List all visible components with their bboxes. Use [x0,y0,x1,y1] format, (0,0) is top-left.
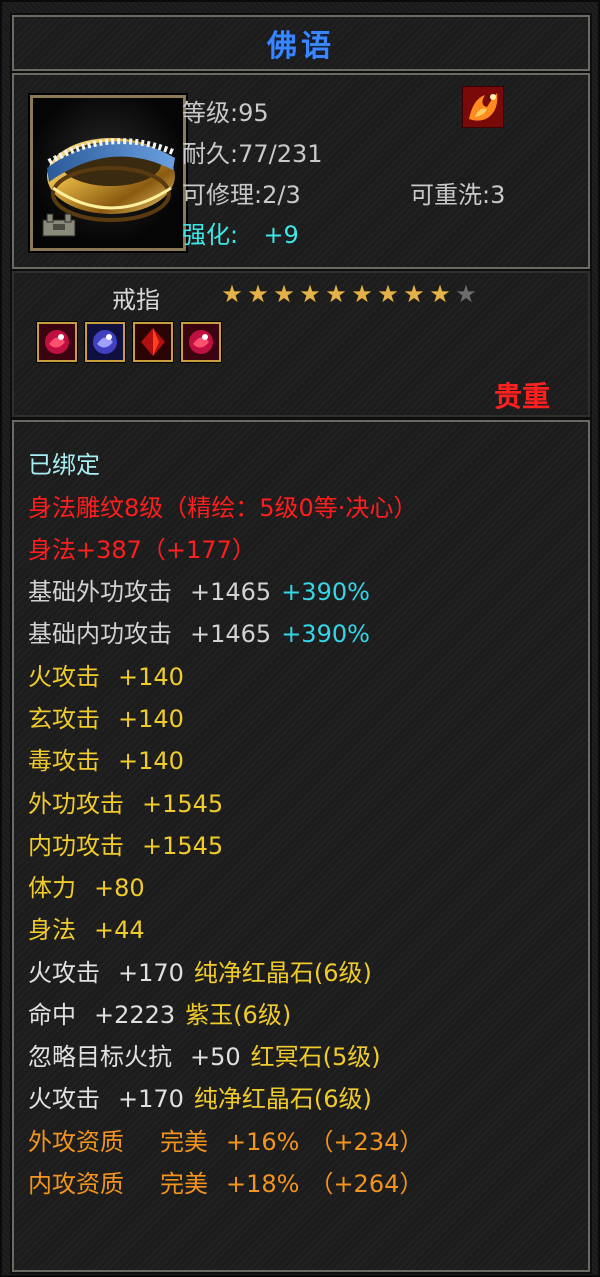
bound-status: 已绑定 [28,451,100,479]
stat-label: 火攻击 [28,959,100,987]
stat-value: +140 [118,747,184,775]
stat-bonus: +390% [281,620,370,648]
item-type: 戒指 [112,286,160,314]
stat-label: 身法 [28,916,76,944]
star-empty-icon: ★ [455,280,477,308]
red-crystal-socket-icon[interactable] [132,321,174,363]
gem-name: 纯净红晶石(6级) [193,1085,372,1113]
base-ext-attack-line: 基础外功攻击 +1465 +390% [28,575,370,609]
aptitude-grade: 完美 [160,1128,208,1156]
bound-lock-icon [41,212,77,238]
item-quality: 贵重 [494,380,551,413]
stamina-line: 体力 +80 [28,871,145,905]
gem-sockets [36,321,222,363]
stat-label: 火攻击 [28,663,100,691]
gem-name: 红冥石(5级) [250,1043,381,1071]
int-attack-line: 内功攻击 +1545 [28,829,223,863]
stat-value: +16% [226,1128,300,1156]
aptitude-line-1: 外攻资质 完美 +16% （+234） [28,1125,423,1159]
stat-label: 忽略目标火抗 [28,1043,172,1071]
star-filled-icon: ★ [377,280,399,308]
aptitude-grade: 完美 [160,1170,208,1198]
stat-value: +50 [190,1043,241,1071]
gem-stat-line-4: 火攻击 +170 纯净红晶石(6级) [28,1082,372,1116]
stat-value: +1545 [142,832,224,860]
agility-line: 身法 +44 [28,913,145,947]
fire-attack-line: 火攻击 +140 [28,660,184,694]
stat-label: 毒攻击 [28,747,100,775]
title-bar: 佛语 [10,13,592,73]
stat-bonus: +390% [281,578,370,606]
stat-label: 基础外功攻击 [28,578,172,606]
stat-label: 外攻资质 [28,1128,124,1156]
stat-label: 内攻资质 [28,1170,124,1198]
purple-gem-socket-icon[interactable] [84,321,126,363]
stat-label: 命中 [28,1001,76,1029]
star-filled-icon: ★ [273,280,295,308]
stat-extra: （+264） [309,1170,424,1198]
base-int-attack-line: 基础内功攻击 +1465 +390% [28,617,370,651]
stat-value: +170 [118,959,184,987]
star-filled-icon: ★ [325,280,347,308]
stat-label: 内功攻击 [28,832,124,860]
item-title: 佛语 [267,29,335,64]
stat-extra: （+234） [309,1128,424,1156]
stat-label: 基础内功攻击 [28,620,172,648]
gem-name: 纯净红晶石(6级) [193,959,372,987]
item-enhance: 强化: +9 [182,215,299,250]
gold-ring-icon[interactable] [28,93,188,253]
stat-value: +44 [94,916,145,944]
stat-value: +140 [118,663,184,691]
gem-stat-line-2: 命中 +2223 紫玉(6级) [28,998,291,1032]
stat-value: +1465 [190,620,272,648]
enhance-label: 强化: [182,221,239,249]
poison-attack-line: 毒攻击 +140 [28,744,184,778]
agility-main-line: 身法+387（+177） [28,536,256,564]
star-filled-icon: ★ [403,280,425,308]
star-filled-icon: ★ [299,280,321,308]
stat-value: +140 [118,705,184,733]
stat-label: 玄攻击 [28,705,100,733]
star-filled-icon: ★ [351,280,373,308]
item-level: 等级:95 [182,99,269,127]
stat-value: +1465 [190,578,272,606]
star-filled-icon: ★ [221,280,243,308]
stat-value: +2223 [94,1001,176,1029]
ext-attack-line: 外功攻击 +1545 [28,787,223,821]
stat-label: 体力 [28,874,76,902]
stat-value: +18% [226,1170,300,1198]
stat-value: +80 [94,874,145,902]
gem-name: 紫玉(6级) [185,1001,292,1029]
star-filled-icon: ★ [247,280,269,308]
gem-stat-line-3: 忽略目标火抗 +50 红冥石(5级) [28,1040,381,1074]
item-reroll-count: 可重洗:3 [410,181,506,209]
stat-label: 外功攻击 [28,790,124,818]
aptitude-line-2: 内攻资质 完美 +18% （+264） [28,1167,423,1201]
fire-phoenix-gem-icon[interactable] [462,86,504,128]
red-gem-socket-icon[interactable] [36,321,78,363]
stat-label: 火攻击 [28,1085,100,1113]
engrave-line: 身法雕纹8级（精绘：5级0等·决心） [28,494,418,522]
item-repair-count: 可修理:2/3 [182,181,301,209]
gem-stat-line-1: 火攻击 +170 纯净红晶石(6级) [28,956,372,990]
stat-value: +170 [118,1085,184,1113]
star-filled-icon: ★ [429,280,451,308]
item-tooltip: 佛语 等级:95 耐久:77/231 可修理:2/3 可重洗:3 强化: +9 … [0,0,600,1277]
dark-attack-line: 玄攻击 +140 [28,702,184,736]
item-durability: 耐久:77/231 [182,140,323,168]
red-gem-socket-icon[interactable] [180,321,222,363]
star-rating: ★ ★ ★ ★ ★ ★ ★ ★ ★ ★ [220,282,478,306]
enhance-value: +9 [263,221,299,249]
stat-value: +1545 [142,790,224,818]
